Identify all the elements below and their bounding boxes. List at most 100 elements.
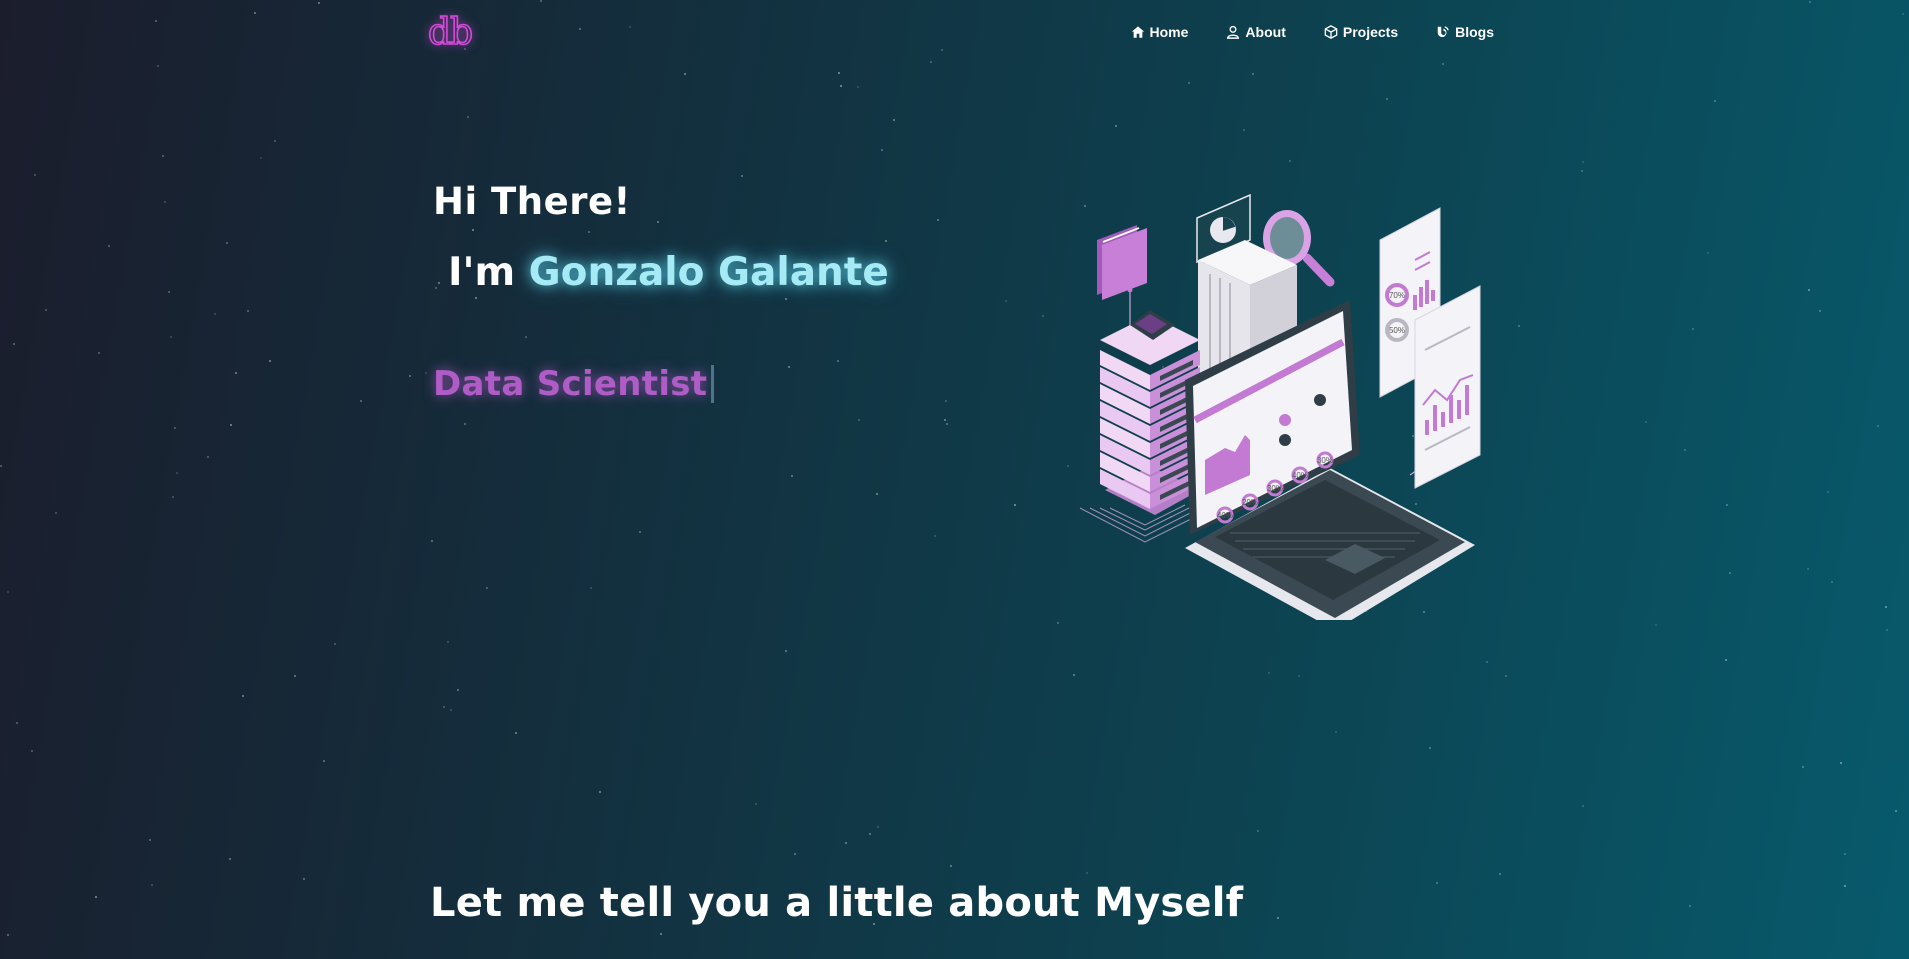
star [1581, 170, 1583, 172]
star [885, 240, 887, 242]
star [1268, 672, 1270, 674]
star [858, 419, 860, 421]
hero-greeting: Hi There! [433, 180, 631, 223]
star [1486, 661, 1488, 663]
star [1808, 289, 1810, 291]
star [438, 282, 440, 284]
illustration-label: 50% [1389, 326, 1405, 335]
star [450, 709, 452, 711]
nav-home-link[interactable]: Home [1131, 24, 1189, 40]
star [1252, 73, 1254, 75]
star [1802, 766, 1804, 768]
star [1005, 300, 1007, 302]
illustration-label: 20% [1242, 498, 1258, 507]
star [1243, 129, 1245, 131]
star [1885, 606, 1887, 608]
user-icon [1227, 25, 1240, 39]
star [785, 650, 787, 652]
star [1582, 161, 1584, 163]
cube-icon [1324, 25, 1338, 39]
star [1831, 581, 1833, 583]
star [1298, 675, 1300, 677]
star [1582, 805, 1584, 807]
star [1429, 747, 1431, 749]
starfield-background [0, 0, 1909, 959]
star [937, 219, 939, 221]
star [881, 149, 883, 151]
nav-blogs-link[interactable]: Blogs [1436, 24, 1494, 40]
nav-projects-link[interactable]: Projects [1324, 24, 1398, 40]
star [226, 242, 228, 244]
star [457, 689, 459, 691]
star [1042, 315, 1044, 317]
star [1877, 425, 1879, 427]
star [95, 896, 97, 898]
star [435, 287, 437, 289]
star [944, 419, 946, 421]
nav-about-link[interactable]: About [1226, 24, 1286, 40]
illustration-label: 40% [1217, 511, 1233, 520]
home-icon [1131, 26, 1144, 38]
illustration-label: 30% [1317, 456, 1333, 465]
folder-icon [1097, 225, 1147, 300]
star [794, 853, 796, 855]
star [837, 360, 839, 362]
star [1289, 160, 1291, 162]
illustration-label: 30% [1267, 484, 1283, 493]
star [1073, 674, 1075, 676]
site-logo[interactable]: db [427, 9, 474, 57]
nav-links: Home About Projects Blogs [1131, 24, 1494, 40]
star [464, 423, 466, 425]
star [269, 360, 271, 362]
star [0, 465, 2, 467]
star [294, 675, 296, 677]
star [934, 535, 936, 537]
star [1645, 421, 1647, 423]
star [443, 706, 445, 708]
star [1819, 310, 1821, 312]
star [260, 157, 262, 159]
hero-intro-prefix: I'm [448, 250, 516, 295]
star [791, 475, 793, 477]
star [55, 512, 57, 514]
star [151, 884, 153, 886]
hero-role-text: Data Scientist [433, 364, 708, 404]
star [1014, 504, 1016, 506]
star [170, 336, 172, 338]
star [657, 221, 659, 223]
star [1840, 762, 1842, 764]
star [590, 587, 592, 589]
star [1499, 873, 1501, 875]
star [1689, 905, 1691, 907]
star [229, 858, 231, 860]
circuit-lines [1079, 504, 1206, 543]
about-section-heading: Let me tell you a little about Myself [430, 880, 1244, 926]
star [639, 531, 641, 533]
star [45, 309, 47, 311]
star [425, 372, 427, 374]
star [162, 155, 164, 157]
nav-home-label: Home [1149, 24, 1189, 40]
star [274, 140, 276, 142]
navbar: db Home About Projects Blogs [0, 0, 1909, 70]
star [1684, 449, 1686, 451]
star [242, 695, 244, 697]
star [515, 732, 517, 734]
star [431, 540, 433, 542]
nav-blogs-label: Blogs [1455, 24, 1494, 40]
star [467, 116, 469, 118]
star [174, 427, 176, 429]
star [409, 375, 411, 377]
star [1086, 872, 1088, 874]
star [1067, 465, 1069, 467]
star [1707, 252, 1709, 254]
hero-name: Gonzalo Galante [528, 250, 889, 295]
illustration-label: 40% [1292, 471, 1308, 480]
star [1386, 98, 1388, 100]
star [1655, 624, 1657, 626]
star [247, 310, 249, 312]
data-analytics-illustration: 70% 50% 40% 20% 30% 40% 30% [1079, 193, 1481, 620]
star [149, 839, 151, 841]
star [599, 791, 601, 793]
star [838, 72, 840, 74]
